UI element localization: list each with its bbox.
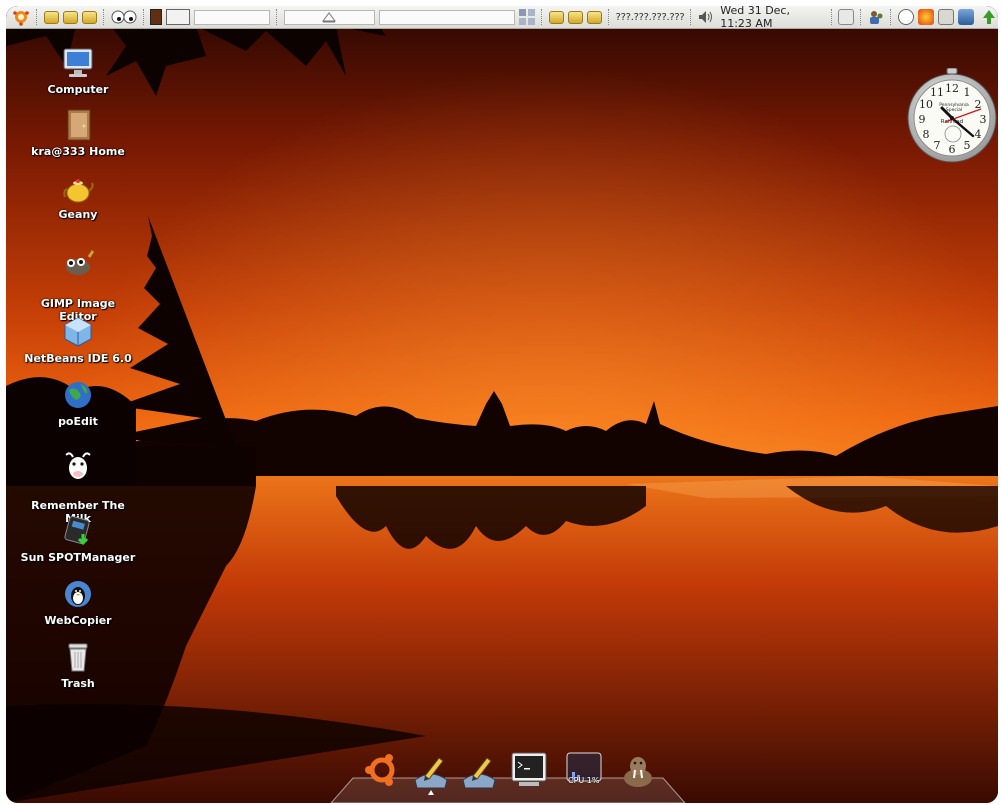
- desktop-icon-label: Computer: [47, 83, 109, 96]
- terminal-icon: [511, 752, 547, 786]
- cpu-usage-label: CPU 1%: [568, 776, 600, 785]
- weather-applet-icon[interactable]: [150, 8, 163, 26]
- desktop-icon-gimp[interactable]: GIMP Image Editor: [20, 234, 136, 323]
- update-notifier-icon[interactable]: [838, 8, 855, 26]
- desktop-screen: ???.???.???.??? Wed 31 Dec, 11:23 AM Com…: [6, 6, 998, 803]
- svg-text:12: 12: [945, 82, 959, 95]
- text-editor-icon: [414, 757, 448, 789]
- dock-item-text-editor[interactable]: [411, 750, 451, 795]
- webcopier-icon: [65, 581, 91, 607]
- cow-icon: [65, 452, 91, 479]
- panel-separator: [830, 9, 833, 25]
- panel-separator: [890, 9, 892, 25]
- svg-text:9: 9: [919, 113, 926, 126]
- svg-text:5: 5: [964, 139, 971, 152]
- gimp-icon: [66, 250, 95, 275]
- svg-text:10: 10: [919, 98, 933, 111]
- svg-text:1: 1: [964, 86, 971, 99]
- dock-item-ubuntu[interactable]: [362, 750, 402, 794]
- poedit-globe-icon: [65, 382, 91, 408]
- desktop-icon-netbeans[interactable]: NetBeans IDE 6.0: [20, 315, 136, 365]
- panel-separator: [860, 9, 862, 25]
- svg-text:11: 11: [930, 86, 944, 99]
- desktop-icon-computer[interactable]: Computer: [20, 46, 136, 96]
- drawer-icon[interactable]: [43, 8, 59, 26]
- walrus-icon: [624, 757, 652, 787]
- dock-item-cpu-monitor[interactable]: CPU 1%: [564, 750, 604, 794]
- desktop-icon-home[interactable]: kra@333 Home: [20, 108, 136, 158]
- news-applet-icon[interactable]: [166, 8, 191, 26]
- geany-teapot-icon: [63, 179, 94, 203]
- panel-separator: [275, 9, 278, 25]
- desktop-icon-sun-spotmanager[interactable]: Sun SPOTManager: [20, 514, 136, 564]
- desktop-icon-remember-the-milk[interactable]: Remember The Milk: [20, 436, 136, 525]
- desktop-icon-label: Sun SPOTManager: [20, 551, 136, 564]
- svg-text:4: 4: [975, 128, 982, 141]
- analog-clock-widget[interactable]: 12 1 2 3 4 5 6 7 8 9 10 11 Pennsylvania …: [907, 68, 997, 164]
- running-indicator-icon: [428, 790, 434, 795]
- drawer-icon[interactable]: [81, 8, 97, 26]
- desktop-icon-label: WebCopier: [44, 614, 112, 627]
- drawer-icon[interactable]: [586, 8, 602, 26]
- panel-separator: [607, 9, 610, 25]
- dock-item-text-editor-2[interactable]: [459, 750, 499, 794]
- svg-text:3: 3: [980, 113, 987, 126]
- wallpaper: [6, 6, 998, 803]
- taskbar-area[interactable]: [283, 9, 376, 25]
- svg-text:8: 8: [923, 128, 930, 141]
- top-panel: ???.???.???.??? Wed 31 Dec, 11:23 AM: [6, 6, 998, 30]
- dock: CPU 1%: [329, 750, 687, 803]
- desktop-icon-label: Trash: [61, 677, 95, 690]
- dock-item-terminal[interactable]: [509, 750, 549, 794]
- user-switcher-icon[interactable]: [868, 8, 884, 26]
- workspace-switcher-icon[interactable]: [519, 8, 536, 26]
- desktop-icon-label: kra@333 Home: [31, 145, 125, 158]
- firefox-icon[interactable]: [917, 8, 934, 26]
- computer-icon: [63, 48, 93, 77]
- panel-separator: [690, 9, 692, 25]
- clock-brand-line2: Special: [946, 107, 962, 113]
- desktop-icon-webcopier[interactable]: WebCopier: [20, 577, 136, 627]
- text-editor-icon: [462, 757, 496, 789]
- desktop-icon-trash[interactable]: Trash: [20, 640, 136, 690]
- panel-separator: [36, 9, 38, 25]
- ubuntu-logo-icon: [365, 754, 395, 786]
- dock-item-walrus[interactable]: [618, 750, 658, 794]
- desktop-icon-poedit[interactable]: poEdit: [20, 378, 136, 428]
- network-icon[interactable]: [957, 8, 974, 26]
- home-folder-icon: [67, 109, 91, 141]
- desktop-icon-label: poEdit: [58, 415, 98, 428]
- drawer-icon[interactable]: [567, 8, 583, 26]
- eyes-applet-icon[interactable]: [111, 8, 137, 26]
- main-menu-icon[interactable]: [12, 8, 30, 26]
- panel-separator: [102, 9, 105, 25]
- panel-separator: [142, 9, 145, 25]
- svg-text:6: 6: [949, 143, 956, 156]
- power-icon[interactable]: [897, 8, 914, 26]
- mail-icon[interactable]: [937, 8, 954, 26]
- volume-icon[interactable]: [698, 8, 714, 26]
- taskbar-area-2[interactable]: [379, 9, 516, 25]
- sunspot-icon: [64, 515, 90, 546]
- clock-datetime[interactable]: Wed 31 Dec, 11:23 AM: [720, 6, 822, 30]
- trash-icon: [68, 643, 88, 672]
- svg-text:7: 7: [934, 139, 941, 152]
- panel-separator: [541, 9, 543, 25]
- recycle-icon[interactable]: [982, 8, 996, 26]
- desktop-icon-label: NetBeans IDE 6.0: [24, 352, 132, 365]
- desktop-icon-label: Geany: [58, 208, 98, 221]
- ip-address-text: ???.???.???.???: [615, 11, 685, 23]
- window-list-area[interactable]: [194, 9, 270, 25]
- drawer-icon[interactable]: [548, 8, 564, 26]
- drawer-icon[interactable]: [62, 8, 78, 26]
- netbeans-cube-icon: [64, 317, 92, 347]
- desktop-icon-geany[interactable]: Geany: [20, 171, 136, 221]
